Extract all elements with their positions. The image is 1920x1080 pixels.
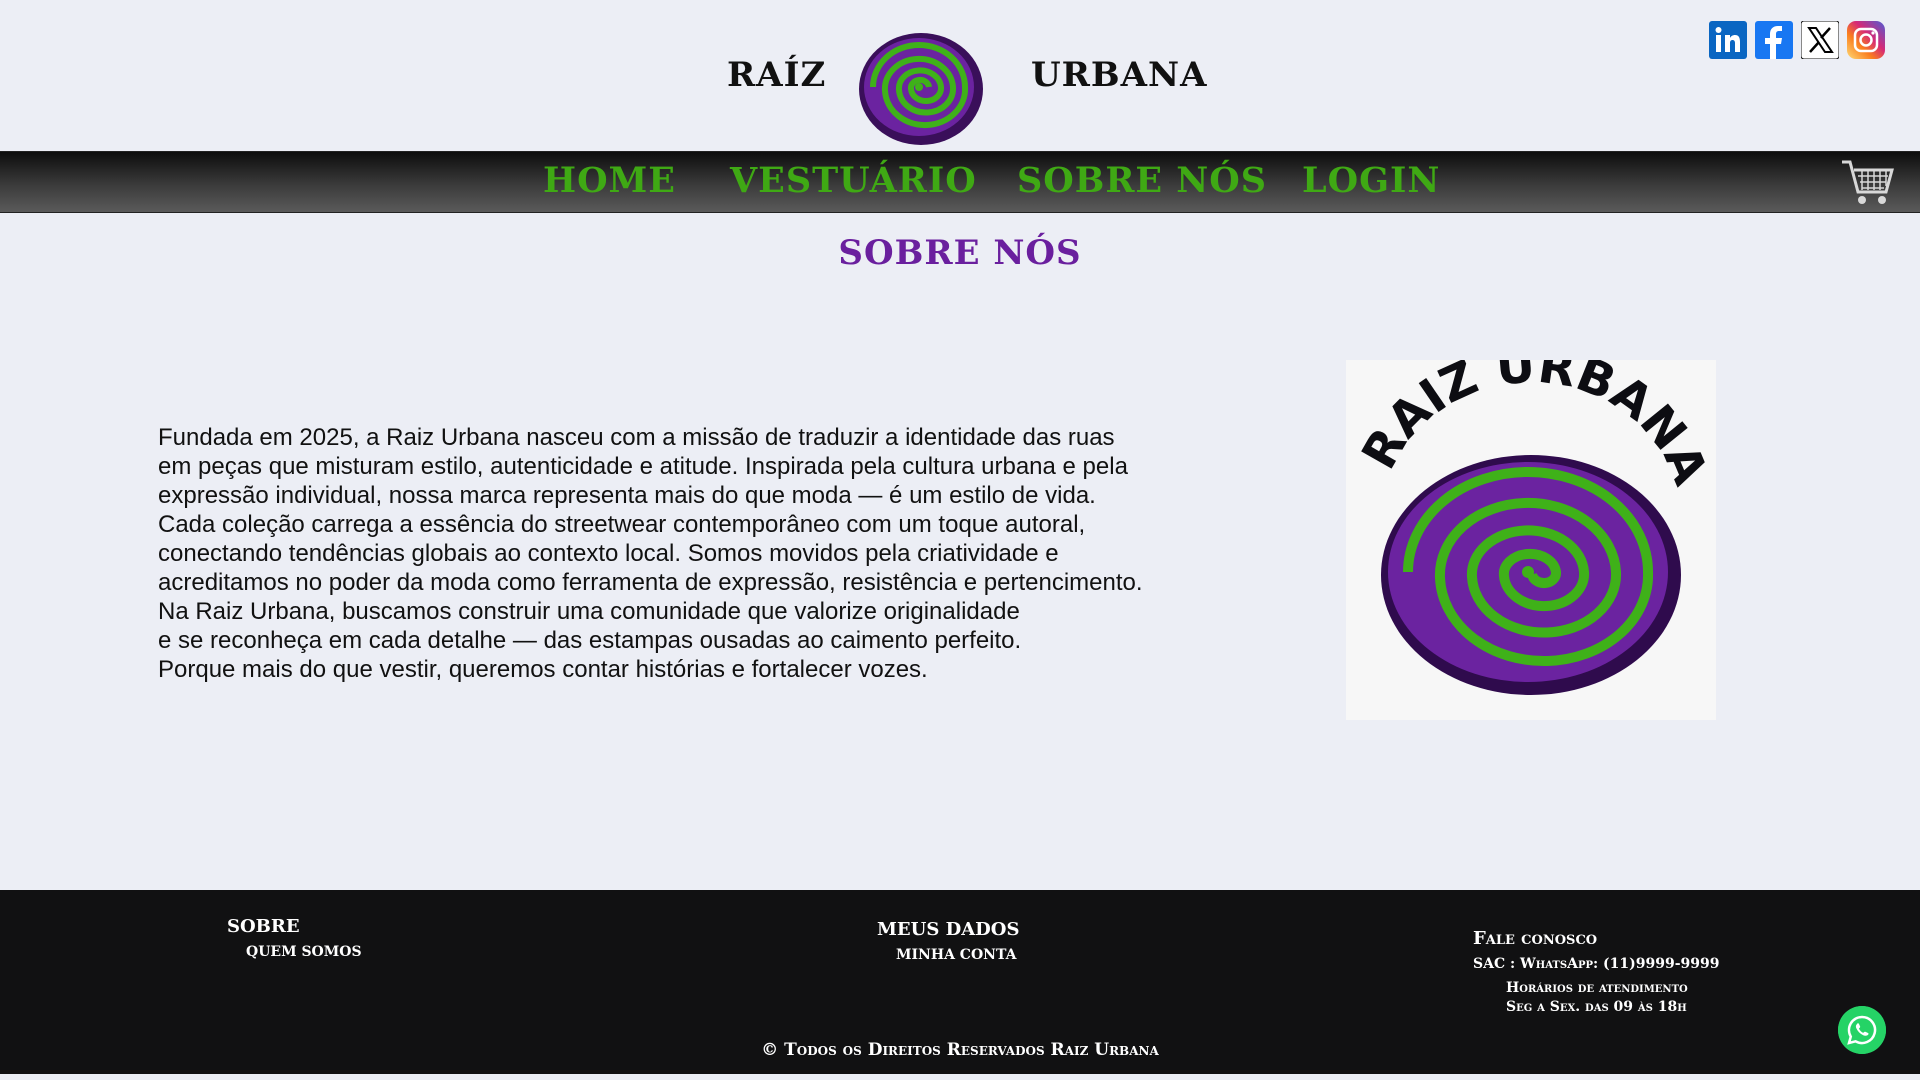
page-bottom-edge [0,1074,1920,1080]
linkedin-icon[interactable] [1709,21,1747,59]
footer-sac-text: SAC : WhatsApp: (11)9999-9999 [1473,956,1720,972]
x-icon[interactable] [1801,21,1839,59]
site-footer: SOBRE QUEM SOMOS MEUS DADOS MINHA CONTA … [0,890,1920,1074]
whatsapp-icon[interactable] [1838,1006,1886,1054]
about-line: Cada coleção carrega a essência do stree… [158,511,1086,538]
instagram-icon[interactable] [1847,21,1885,59]
nav-sobre-nos[interactable]: SOBRE NÓS [1017,160,1267,201]
about-line: Porque mais do que vestir, queremos cont… [158,656,928,683]
footer-meus-dados-heading: MEUS DADOS [877,919,1020,940]
brand-name-left: RAÍZ [727,55,827,95]
nav-vestuario[interactable]: VESTUÁRIO [730,160,977,201]
brand-name-right: URBANA [1031,55,1208,95]
about-line: acreditamos no poder da moda como ferram… [158,569,1143,596]
nav-login[interactable]: LOGIN [1302,160,1440,201]
footer-minha-conta-link[interactable]: MINHA CONTA [896,947,1016,963]
footer-horarios-text: Horários de atendimento [1506,980,1688,996]
about-line: e se reconheça em cada detalhe — das est… [158,627,1022,654]
footer-fale-conosco-heading: Fale conosco [1473,928,1598,949]
about-line: Na Raiz Urbana, buscamos construir uma c… [158,598,1020,625]
nav-home[interactable]: HOME [543,160,676,201]
footer-copyright: © Todos os Direitos Reservados Raiz Urba… [761,1040,1159,1060]
brand-logo-image: RAIZ URBANA [1346,337,1718,720]
swirl-logo-icon[interactable] [858,32,984,146]
about-line: expressão individual, nossa marca repres… [158,482,1096,509]
about-line: conectando tendências globais ao context… [158,540,1059,567]
footer-dias-text: Seg a Sex. das 09 às 18h [1506,999,1687,1015]
main-navbar: HOME VESTUÁRIO SOBRE NÓS LOGIN [0,151,1920,213]
site-header: RAÍZ URBANA [0,0,1920,151]
about-paragraph: Fundada em 2025, a Raiz Urbana nasceu co… [158,423,1218,684]
about-line: Fundada em 2025, a Raiz Urbana nasceu co… [158,424,1115,451]
footer-quem-somos-link[interactable]: QUEM SOMOS [246,944,362,960]
social-links [1709,21,1885,59]
about-line: em peças que misturam estilo, autenticid… [158,453,1128,480]
shopping-cart-icon[interactable] [1840,156,1894,208]
page-title: SOBRE NÓS [838,233,1082,273]
facebook-icon[interactable] [1755,21,1793,59]
footer-sobre-heading: SOBRE [227,916,300,937]
